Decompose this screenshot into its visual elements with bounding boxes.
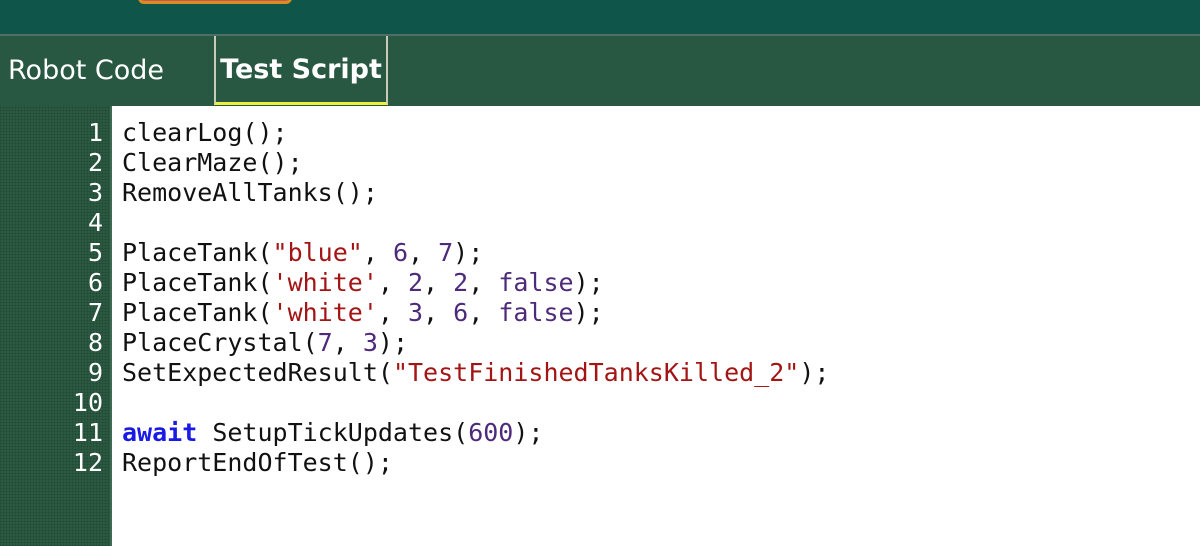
line-number: 5 (87, 238, 103, 267)
boolean-literal: false (498, 268, 574, 297)
code-line-12[interactable]: ReportEndOfTest(); (122, 448, 1200, 478)
code-token: ); (799, 358, 830, 387)
code-token: SetupTickUpdates( (197, 418, 469, 447)
number-literal: 6 (453, 298, 469, 327)
line-number: 3 (87, 178, 103, 207)
code-token: , (423, 298, 454, 327)
code-line-5[interactable]: PlaceTank("blue", 6, 7); (122, 238, 1200, 268)
line-number: 9 (87, 358, 103, 387)
line-number: 4 (87, 208, 103, 237)
number-literal: 6 (392, 238, 408, 267)
code-token: , (377, 268, 408, 297)
boolean-literal: false (498, 298, 574, 327)
number-literal: 2 (453, 268, 469, 297)
code-token: , (468, 298, 499, 327)
code-token: ); (513, 418, 544, 447)
line-number: 11 (72, 418, 103, 447)
code-token: ); (573, 298, 604, 327)
number-literal: 3 (407, 298, 424, 327)
code-token: , (408, 238, 439, 267)
code-line-1[interactable]: clearLog(); (122, 118, 1200, 148)
code-line-6[interactable]: PlaceTank('white', 2, 2, false); (122, 268, 1200, 298)
code-line-8[interactable]: PlaceCrystal(7, 3); (122, 328, 1200, 358)
code-token: clearLog(); (122, 118, 288, 147)
code-token: ); (377, 328, 409, 357)
code-token: PlaceTank( (122, 238, 273, 267)
keyword: await (122, 418, 198, 447)
code-token: , (377, 298, 408, 327)
code-token: ); (453, 238, 484, 267)
code-token: , (332, 328, 363, 357)
code-token: ); (573, 268, 604, 297)
line-number: 12 (72, 448, 103, 477)
tab-bar: Robot Code Test Script (0, 36, 1200, 106)
code-token: SetExpectedResult( (122, 358, 393, 387)
code-line-11[interactable]: await SetupTickUpdates(600); (122, 418, 1200, 448)
top-action-button[interactable] (138, 0, 292, 4)
number-literal: 2 (407, 268, 424, 297)
code-token: PlaceTank( (122, 268, 273, 297)
code-token: PlaceTank( (122, 298, 273, 327)
tab-test-script[interactable]: Test Script (214, 36, 388, 105)
string-literal: "blue" (272, 238, 363, 267)
line-number: 6 (87, 268, 103, 297)
number-literal: 3 (362, 328, 378, 357)
code-token: RemoveAllTanks(); (122, 178, 378, 207)
code-line-4[interactable] (122, 208, 1200, 238)
code-text-area[interactable]: clearLog(); ClearMaze(); RemoveAllTanks(… (112, 106, 1200, 546)
code-token: PlaceCrystal( (122, 328, 318, 357)
string-literal: "TestFinishedTanksKilled_2" (392, 358, 800, 387)
line-number: 7 (87, 298, 103, 327)
code-editor[interactable]: 1 2 3 4 5 6 7 8 9 10 11 12 clearLog(); C… (0, 106, 1200, 546)
line-number: 1 (87, 118, 103, 147)
string-literal: 'white' (272, 268, 378, 297)
number-literal: 600 (468, 418, 514, 447)
code-line-2[interactable]: ClearMaze(); (122, 148, 1200, 178)
code-line-9[interactable]: SetExpectedResult("TestFinishedTanksKill… (122, 358, 1200, 388)
code-token: , (423, 268, 454, 297)
number-literal: 7 (317, 328, 333, 357)
top-bar (0, 0, 1200, 34)
string-literal: 'white' (272, 298, 378, 327)
code-line-7[interactable]: PlaceTank('white', 3, 6, false); (122, 298, 1200, 328)
line-number: 8 (87, 328, 103, 357)
line-number-gutter: 1 2 3 4 5 6 7 8 9 10 11 12 (0, 106, 112, 546)
tab-robot-code[interactable]: Robot Code (0, 36, 190, 104)
line-number: 2 (87, 148, 103, 177)
code-line-3[interactable]: RemoveAllTanks(); (122, 178, 1200, 208)
line-number: 10 (72, 388, 103, 417)
code-token: ClearMaze(); (122, 148, 303, 177)
number-literal: 7 (438, 238, 454, 267)
code-line-10[interactable] (122, 388, 1200, 418)
code-token: ReportEndOfTest(); (122, 448, 393, 477)
code-token: , (362, 238, 393, 267)
code-token: , (468, 268, 499, 297)
